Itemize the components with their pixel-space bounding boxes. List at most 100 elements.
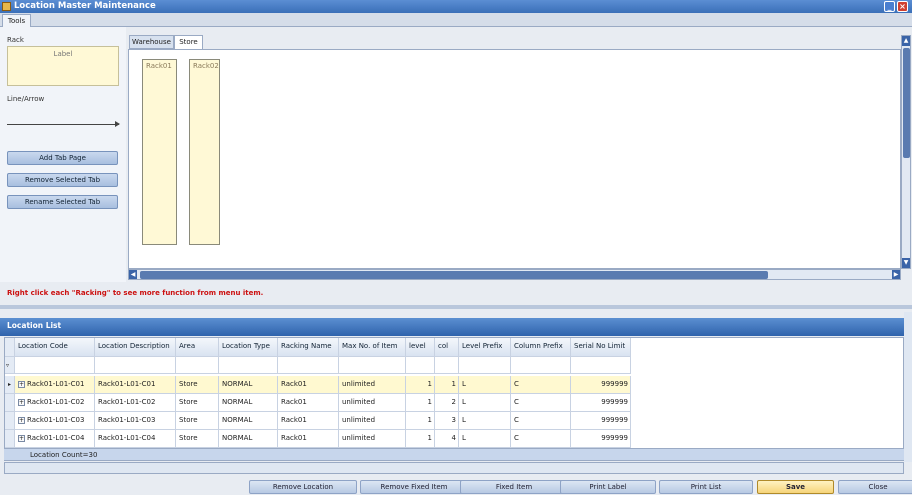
cell-racking-name[interactable]: Rack01 bbox=[278, 376, 339, 394]
remove-fixed-item-button[interactable]: Remove Fixed Item bbox=[360, 480, 468, 494]
cell-level-prefix[interactable]: L bbox=[459, 430, 511, 448]
col-level[interactable]: level bbox=[406, 338, 435, 357]
cell-location-type[interactable]: NORMAL bbox=[219, 376, 278, 394]
filter-cell[interactable] bbox=[95, 357, 176, 374]
table-row[interactable]: + Rack01-L01-C03 Rack01-L01-C03 Store NOR… bbox=[5, 412, 905, 430]
col-max-items[interactable]: Max No. of Item bbox=[339, 338, 406, 357]
cell-racking-name[interactable]: Rack01 bbox=[278, 394, 339, 412]
col-location-type[interactable]: Location Type bbox=[219, 338, 278, 357]
filter-cell[interactable] bbox=[459, 357, 511, 374]
cell-level[interactable]: 1 bbox=[406, 412, 435, 430]
col-racking-name[interactable]: Racking Name bbox=[278, 338, 339, 357]
cell-racking-name[interactable]: Rack01 bbox=[278, 430, 339, 448]
add-tab-page-button[interactable]: Add Tab Page bbox=[7, 151, 118, 165]
filter-cell[interactable] bbox=[15, 357, 95, 374]
expand-icon[interactable]: + bbox=[18, 416, 25, 424]
cell-column-prefix[interactable]: C bbox=[511, 412, 571, 430]
cell-location-type[interactable]: NORMAL bbox=[219, 394, 278, 412]
table-row[interactable]: ▸ + Rack01-L01-C01 Rack01-L01-C01 Store N… bbox=[5, 376, 905, 394]
cell-location-description[interactable]: Rack01-L01-C02 bbox=[95, 394, 176, 412]
filter-cell[interactable] bbox=[219, 357, 278, 374]
cell-col[interactable]: 2 bbox=[435, 394, 459, 412]
rack-02[interactable]: Rack02 bbox=[189, 59, 220, 245]
vertical-scroll-thumb[interactable] bbox=[903, 48, 910, 158]
filter-cell[interactable] bbox=[571, 357, 631, 374]
cell-location-type[interactable]: NORMAL bbox=[219, 412, 278, 430]
print-list-button[interactable]: Print List bbox=[659, 480, 753, 494]
cell-location-code[interactable]: + Rack01-L01-C04 bbox=[15, 430, 95, 448]
cell-serial-no-limit[interactable]: 999999 bbox=[571, 376, 631, 394]
grid-horizontal-scrollbar[interactable] bbox=[4, 462, 904, 474]
cell-location-description[interactable]: Rack01-L01-C03 bbox=[95, 412, 176, 430]
table-row[interactable]: + Rack01-L01-C02 Rack01-L01-C02 Store NOR… bbox=[5, 394, 905, 412]
scroll-down-icon[interactable]: ▼ bbox=[902, 258, 910, 268]
list-vertical-scrollbar[interactable] bbox=[904, 312, 912, 462]
close-window-button[interactable]: × bbox=[897, 1, 908, 12]
col-location-description[interactable]: Location Description bbox=[95, 338, 176, 357]
tab-store[interactable]: Store bbox=[174, 35, 203, 49]
cell-level[interactable]: 1 bbox=[406, 394, 435, 412]
cell-location-type[interactable]: NORMAL bbox=[219, 430, 278, 448]
cell-level-prefix[interactable]: L bbox=[459, 412, 511, 430]
cell-column-prefix[interactable]: C bbox=[511, 430, 571, 448]
filter-cell[interactable] bbox=[406, 357, 435, 374]
tab-tools[interactable]: Tools bbox=[2, 14, 31, 27]
cell-racking-name[interactable]: Rack01 bbox=[278, 412, 339, 430]
cell-max-items[interactable]: unlimited bbox=[339, 394, 406, 412]
cell-level-prefix[interactable]: L bbox=[459, 376, 511, 394]
cell-area[interactable]: Store bbox=[176, 376, 219, 394]
col-column-prefix[interactable]: Column Prefix bbox=[511, 338, 571, 357]
layout-canvas[interactable]: Rack01 Rack02 bbox=[128, 49, 901, 269]
cell-level[interactable]: 1 bbox=[406, 430, 435, 448]
cell-serial-no-limit[interactable]: 999999 bbox=[571, 394, 631, 412]
cell-level-prefix[interactable]: L bbox=[459, 394, 511, 412]
cell-col[interactable]: 1 bbox=[435, 376, 459, 394]
col-area[interactable]: Area bbox=[176, 338, 219, 357]
panel-splitter[interactable] bbox=[0, 305, 912, 309]
tab-warehouse[interactable]: Warehouse bbox=[129, 35, 174, 49]
filter-cell[interactable] bbox=[511, 357, 571, 374]
remove-location-button[interactable]: Remove Location bbox=[249, 480, 357, 494]
cell-location-description[interactable]: Rack01-L01-C01 bbox=[95, 376, 176, 394]
filter-cell[interactable] bbox=[176, 357, 219, 374]
label-tool-box[interactable]: Label bbox=[7, 46, 119, 86]
col-level-prefix[interactable]: Level Prefix bbox=[459, 338, 511, 357]
cell-area[interactable]: Store bbox=[176, 394, 219, 412]
cell-location-description[interactable]: Rack01-L01-C04 bbox=[95, 430, 176, 448]
canvas-horizontal-scrollbar[interactable]: ◀ ▶ bbox=[128, 269, 901, 280]
expand-icon[interactable]: + bbox=[18, 398, 25, 406]
cell-serial-no-limit[interactable]: 999999 bbox=[571, 430, 631, 448]
cell-level[interactable]: 1 bbox=[406, 376, 435, 394]
cell-area[interactable]: Store bbox=[176, 412, 219, 430]
rename-selected-tab-button[interactable]: Rename Selected Tab bbox=[7, 195, 118, 209]
print-label-button[interactable]: Print Label bbox=[560, 480, 656, 494]
minimize-button[interactable]: _ bbox=[884, 1, 895, 12]
scroll-left-icon[interactable]: ◀ bbox=[129, 270, 137, 279]
cell-serial-no-limit[interactable]: 999999 bbox=[571, 412, 631, 430]
filter-cell[interactable] bbox=[435, 357, 459, 374]
fixed-item-button[interactable]: Fixed Item bbox=[460, 480, 568, 494]
col-location-code[interactable]: Location Code bbox=[15, 338, 95, 357]
cell-area[interactable]: Store bbox=[176, 430, 219, 448]
table-row[interactable]: + Rack01-L01-C04 Rack01-L01-C04 Store NOR… bbox=[5, 430, 905, 448]
col-col[interactable]: col bbox=[435, 338, 459, 357]
expand-icon[interactable]: + bbox=[18, 380, 25, 388]
cell-location-code[interactable]: + Rack01-L01-C02 bbox=[15, 394, 95, 412]
rack-01[interactable]: Rack01 bbox=[142, 59, 177, 245]
close-button[interactable]: Close bbox=[838, 480, 912, 494]
cell-max-items[interactable]: unlimited bbox=[339, 376, 406, 394]
cell-column-prefix[interactable]: C bbox=[511, 394, 571, 412]
line-arrow-tool[interactable] bbox=[7, 124, 119, 125]
cell-location-code[interactable]: + Rack01-L01-C01 bbox=[15, 376, 95, 394]
save-button[interactable]: Save bbox=[757, 480, 834, 494]
remove-selected-tab-button[interactable]: Remove Selected Tab bbox=[7, 173, 118, 187]
cell-col[interactable]: 3 bbox=[435, 412, 459, 430]
cell-max-items[interactable]: unlimited bbox=[339, 412, 406, 430]
filter-icon[interactable]: ▿ bbox=[5, 357, 15, 374]
scroll-up-icon[interactable]: ▲ bbox=[902, 36, 910, 46]
filter-cell[interactable] bbox=[278, 357, 339, 374]
canvas-vertical-scrollbar[interactable]: ▲ ▼ bbox=[901, 35, 911, 269]
cell-col[interactable]: 4 bbox=[435, 430, 459, 448]
cell-column-prefix[interactable]: C bbox=[511, 376, 571, 394]
scroll-right-icon[interactable]: ▶ bbox=[892, 270, 900, 279]
